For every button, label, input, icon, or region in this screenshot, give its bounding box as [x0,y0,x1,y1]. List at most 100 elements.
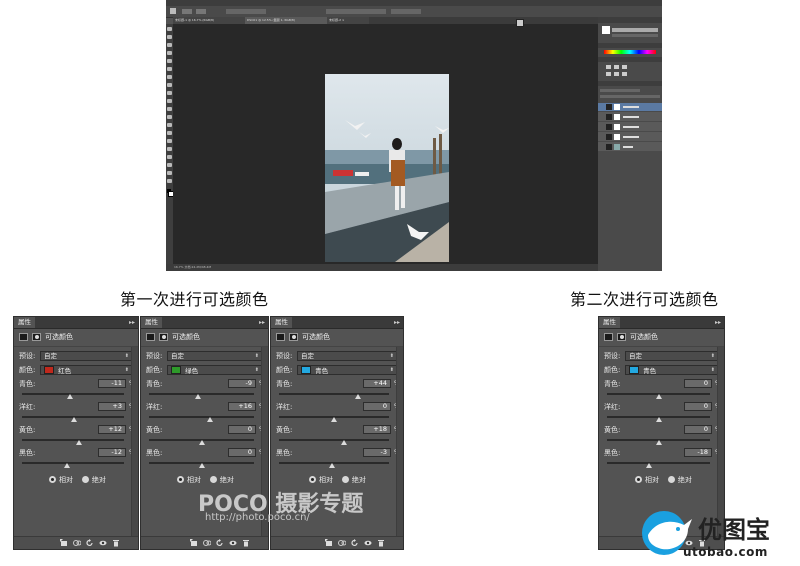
collapse-icon[interactable]: ▸▸ [394,317,400,328]
cyan-input[interactable]: -11 [98,379,126,388]
view-previous-icon[interactable] [203,539,211,547]
layer-mask-icon[interactable] [289,333,298,341]
gradient-tool-icon[interactable] [167,115,172,119]
visibility-eye-icon[interactable] [229,539,237,547]
lasso-tool-icon[interactable] [167,43,172,47]
yellow-slider-thumb[interactable] [340,440,347,445]
black-input[interactable]: 0 [228,448,256,457]
layer-mask-icon[interactable] [32,333,41,341]
radio-absolute[interactable]: 绝对 [667,476,692,484]
document-tab[interactable]: 未标题-1 @ 16.7% (RGB/8) [173,17,245,24]
visibility-eye-icon[interactable] [99,539,107,547]
black-slider-track[interactable] [22,462,124,464]
cyan-slider-track[interactable] [149,393,254,395]
yellow-input[interactable]: 0 [228,425,256,434]
yellow-slider-thumb[interactable] [655,440,662,445]
blur-tool-icon[interactable] [167,123,172,127]
document-tab[interactable]: 未标题-2 × [327,17,369,24]
type-tool-icon[interactable] [167,147,172,151]
document-tab-active[interactable]: DSC01 @ 12.5% (图层 1, RGB/8) [245,17,327,24]
color-dropdown[interactable]: 红色 ⬍ [40,365,133,375]
marquee-tool-icon[interactable] [167,35,172,39]
cyan-input[interactable]: -9 [228,379,256,388]
path-select-tool-icon[interactable] [167,155,172,159]
cyan-slider-thumb[interactable] [355,394,362,399]
clip-to-layer-icon[interactable] [190,539,198,547]
eyedropper-tool-icon[interactable] [167,67,172,71]
collapse-icon[interactable]: ▸▸ [129,317,135,328]
black-input[interactable]: -18 [684,448,712,457]
magenta-slider-thumb[interactable] [331,417,337,422]
preset-dropdown[interactable]: 自定 ⬍ [625,351,719,361]
radio-relative[interactable]: 相对 [309,476,333,484]
trash-icon[interactable] [242,539,250,547]
clip-to-layer-icon[interactable] [60,539,68,547]
magenta-input[interactable]: +3 [98,402,126,411]
cyan-input[interactable]: +44 [363,379,391,388]
clip-to-layer-icon[interactable] [325,539,333,547]
collapse-icon[interactable]: ▸▸ [259,317,265,328]
move-tool-icon[interactable] [167,27,172,31]
dodge-tool-icon[interactable] [167,131,172,135]
yellow-slider-thumb[interactable] [198,440,205,445]
magenta-slider-thumb[interactable] [655,417,662,422]
cyan-input[interactable]: 0 [684,379,712,388]
zoom-tool-icon[interactable] [167,179,172,183]
properties-tab[interactable]: 属性 [14,317,35,328]
color-dropdown[interactable]: 绿色 ⬍ [167,365,263,375]
yellow-input[interactable]: +18 [363,425,391,434]
trash-icon[interactable] [112,539,120,547]
radio-relative[interactable]: 相对 [49,476,73,484]
magenta-slider-thumb[interactable] [206,417,213,422]
yellow-slider-track[interactable] [22,439,124,441]
trash-icon[interactable] [377,539,385,547]
preset-dropdown[interactable]: 自定 ⬍ [167,351,263,361]
radio-absolute[interactable]: 绝对 [209,476,234,484]
collapse-icon[interactable]: ▸▸ [715,317,721,328]
visibility-eye-icon[interactable] [364,539,372,547]
panel-scrollbar[interactable] [717,347,724,536]
properties-tab[interactable]: 属性 [141,317,162,328]
layer-mask-icon[interactable] [159,333,168,341]
black-slider-thumb[interactable] [646,463,653,468]
radio-absolute[interactable]: 绝对 [341,476,366,484]
layer-mask-icon[interactable] [617,333,626,341]
magenta-slider-track[interactable] [149,416,254,418]
reset-icon[interactable] [351,539,359,547]
shape-tool-icon[interactable] [167,163,172,167]
radio-relative[interactable]: 相对 [177,476,201,484]
yellow-input[interactable]: +12 [98,425,126,434]
crop-tool-icon[interactable] [167,59,172,63]
stamp-tool-icon[interactable] [167,91,172,95]
magenta-input[interactable]: 0 [684,402,712,411]
cyan-slider-thumb[interactable] [195,394,202,399]
reset-icon[interactable] [86,539,94,547]
black-slider-thumb[interactable] [63,463,70,468]
cyan-slider-track[interactable] [279,393,389,395]
healing-tool-icon[interactable] [167,75,172,79]
document-canvas[interactable] [173,24,598,264]
reset-icon[interactable] [216,539,224,547]
black-input[interactable]: -12 [98,448,126,457]
eraser-tool-icon[interactable] [167,107,172,111]
cyan-slider-track[interactable] [22,393,124,395]
magenta-slider-thumb[interactable] [71,417,77,422]
view-previous-icon[interactable] [338,539,346,547]
color-dropdown[interactable]: 青色 ⬍ [297,365,398,375]
panel-scrollbar[interactable] [131,347,138,536]
view-previous-icon[interactable] [73,539,81,547]
black-slider-thumb[interactable] [198,463,205,468]
preset-dropdown[interactable]: 自定 ⬍ [297,351,398,361]
properties-tab[interactable]: 属性 [271,317,292,328]
color-dropdown[interactable]: 青色 ⬍ [625,365,719,375]
radio-absolute[interactable]: 绝对 [81,476,106,484]
panel-dock-icon[interactable] [516,19,524,27]
magenta-input[interactable]: +16 [228,402,256,411]
yellow-input[interactable]: 0 [684,425,712,434]
pen-tool-icon[interactable] [167,139,172,143]
black-slider-thumb[interactable] [328,463,335,468]
hand-tool-icon[interactable] [167,171,172,175]
properties-tab[interactable]: 属性 [599,317,620,328]
preset-dropdown[interactable]: 自定 ⬍ [40,351,133,361]
panel-scrollbar[interactable] [396,347,403,536]
